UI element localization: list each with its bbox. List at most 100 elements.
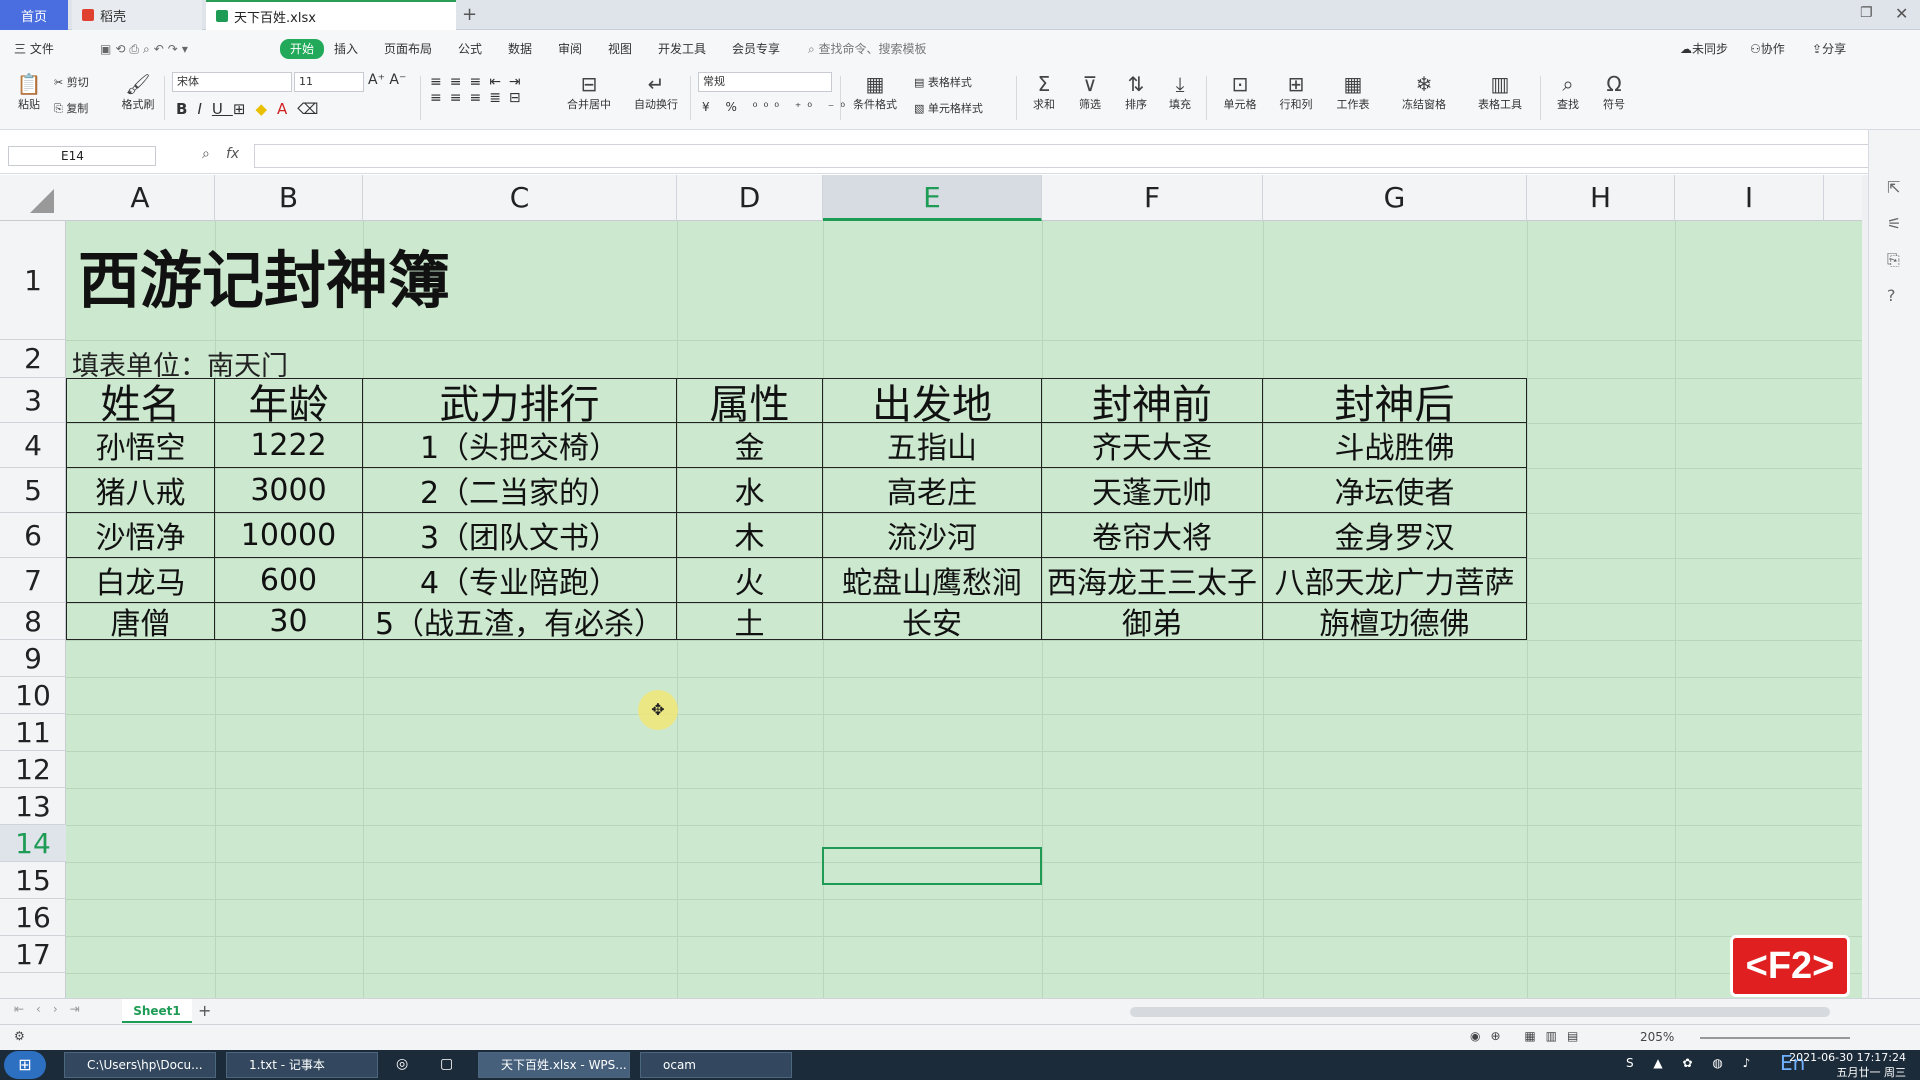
number-format-select[interactable]: 常规 <box>698 72 832 92</box>
table-header-cell[interactable]: 出发地 <box>823 378 1042 423</box>
table-cell[interactable]: 600 <box>215 558 363 603</box>
row-header-2[interactable]: 2 <box>0 340 66 378</box>
border-icon[interactable]: ⊞ <box>233 100 256 118</box>
row-header-10[interactable]: 10 <box>0 677 66 714</box>
table-cell[interactable]: 卷帘大将 <box>1042 513 1263 558</box>
table-cell[interactable]: 火 <box>677 558 823 603</box>
row-header-3[interactable]: 3 <box>0 378 66 423</box>
column-header-i[interactable]: I <box>1675 175 1824 221</box>
menu-vip[interactable]: 会员专享 <box>732 40 780 58</box>
taskbar-explorer[interactable]: C:\Users\hp\Docu... <box>64 1052 216 1078</box>
column-header-f[interactable]: F <box>1042 175 1263 221</box>
menu-formula[interactable]: 公式 <box>458 40 482 58</box>
table-header-cell[interactable]: 姓名 <box>66 378 215 423</box>
table-cell[interactable]: 30 <box>215 603 363 640</box>
column-header-a[interactable]: A <box>66 175 215 221</box>
table-cell[interactable]: 木 <box>677 513 823 558</box>
font-size-select[interactable]: 11 <box>294 72 364 92</box>
table-header-cell[interactable]: 武力排行 <box>363 378 677 423</box>
zoom-slider[interactable] <box>1700 1037 1850 1039</box>
table-cell[interactable]: 水 <box>677 468 823 513</box>
chrome-icon[interactable]: ◎ <box>396 1056 408 1072</box>
menu-insert[interactable]: 插入 <box>334 40 358 58</box>
add-sheet-button[interactable]: + <box>198 1001 211 1020</box>
symbol-button[interactable]: Ω 符号 <box>1596 72 1632 112</box>
table-cell[interactable]: 金身罗汉 <box>1263 513 1527 558</box>
taskbar-ocam[interactable]: ocam <box>640 1052 792 1078</box>
table-cell[interactable]: 10000 <box>215 513 363 558</box>
fill-color-icon[interactable]: ◆ <box>255 100 277 118</box>
table-header-cell[interactable]: 封神后 <box>1263 378 1527 423</box>
table-cell[interactable]: 西海龙王三太子 <box>1042 558 1263 603</box>
name-box[interactable]: E14 <box>8 146 156 166</box>
view-mode-buttons[interactable]: ◉⊕ ▦▥▤ <box>1470 1029 1588 1043</box>
table-cell[interactable]: 沙悟净 <box>66 513 215 558</box>
row-header-5[interactable]: 5 <box>0 468 66 513</box>
table-cell[interactable]: 5（战五渣，有必杀） <box>363 603 677 640</box>
table-cell[interactable]: 2（二当家的） <box>363 468 677 513</box>
column-header-h[interactable]: H <box>1527 175 1675 221</box>
tab-file[interactable]: 天下百姓.xlsx <box>206 0 456 30</box>
number-format-buttons[interactable]: ¥ % ⁰⁰⁰ ⁺⁰ ⁻⁰ <box>702 100 851 114</box>
quick-access-icons[interactable]: ▣⟲⎙⌕↶↷▾ <box>100 40 192 58</box>
row-header-8[interactable]: 8 <box>0 603 66 640</box>
table-cell[interactable]: 御弟 <box>1042 603 1263 640</box>
column-header-g[interactable]: G <box>1263 175 1527 221</box>
table-cell[interactable]: 白龙马 <box>66 558 215 603</box>
menu-start[interactable]: 开始 <box>280 39 325 59</box>
cell-style-button[interactable]: ▧ 单元格样式 <box>914 100 983 116</box>
taskbar-notepad[interactable]: 1.txt - 记事本 <box>226 1052 378 1078</box>
row-header-7[interactable]: 7 <box>0 558 66 603</box>
table-cell[interactable]: 天蓬元帅 <box>1042 468 1263 513</box>
row-header-6[interactable]: 6 <box>0 513 66 558</box>
table-cell[interactable]: 五指山 <box>823 423 1042 468</box>
font-color-icon[interactable]: A <box>277 100 297 118</box>
table-tools-button[interactable]: ▥ 表格工具 <box>1470 72 1530 112</box>
row-header-15[interactable]: 15 <box>0 862 66 899</box>
menu-view[interactable]: 视图 <box>608 40 632 58</box>
column-header-d[interactable]: D <box>677 175 823 221</box>
align-buttons[interactable]: ≡≡≡⇤⇥ ≡≡≡≣⊟ <box>430 74 529 106</box>
tab-daoke[interactable]: 稻壳 <box>72 0 202 30</box>
table-cell[interactable]: 八部天龙广力菩萨 <box>1263 558 1527 603</box>
zoom-level[interactable]: 205% <box>1640 1030 1674 1044</box>
wrap-text-button[interactable]: ↵ 自动换行 <box>630 72 682 112</box>
horizontal-scrollbar[interactable] <box>1130 1007 1830 1017</box>
underline-icon[interactable]: U <box>212 100 233 118</box>
fill-button[interactable]: ⤓ 填充 <box>1162 72 1198 112</box>
select-all-icon[interactable] <box>30 189 54 213</box>
sheet-nav-arrows[interactable]: ⇤‹›⇥ <box>14 1002 92 1016</box>
filter-button[interactable]: ⊽ 筛选 <box>1072 72 1108 112</box>
cut-button[interactable]: ✂ 剪切 <box>54 74 106 90</box>
formula-input[interactable] <box>254 144 1874 168</box>
cond-format-button[interactable]: ▦ 条件格式 <box>848 72 902 112</box>
sort-button[interactable]: ⇅ 排序 <box>1118 72 1154 112</box>
merge-center-button[interactable]: ⊟ 合并居中 <box>560 72 618 112</box>
row-header-12[interactable]: 12 <box>0 751 66 788</box>
column-header-b[interactable]: B <box>215 175 363 221</box>
table-cell[interactable]: 长安 <box>823 603 1042 640</box>
freeze-button[interactable]: ❄ 冻结窗格 <box>1394 72 1454 112</box>
table-cell[interactable]: 净坛使者 <box>1263 468 1527 513</box>
selected-cell[interactable] <box>822 847 1042 885</box>
table-cell[interactable]: 3000 <box>215 468 363 513</box>
sync-status[interactable]: ☁未同步 <box>1680 40 1728 58</box>
row-header-9[interactable]: 9 <box>0 640 66 677</box>
table-cell[interactable]: 4（专业陪跑） <box>363 558 677 603</box>
tab-home[interactable]: 首页 <box>0 0 68 30</box>
table-cell[interactable]: 斗战胜佛 <box>1263 423 1527 468</box>
menu-file[interactable]: 三 文件 <box>14 40 54 58</box>
column-header-e[interactable]: E <box>823 175 1042 221</box>
eraser-icon[interactable]: ⌫ <box>297 100 328 118</box>
clock[interactable]: 2021-06-30 17:17:24 五月廿一 周三 <box>1786 1051 1906 1080</box>
italic-icon[interactable]: I <box>197 100 211 118</box>
new-tab-button[interactable]: + <box>462 4 477 25</box>
window-restore-icon[interactable]: ❐ <box>1860 5 1873 21</box>
table-cell[interactable]: 齐天大圣 <box>1042 423 1263 468</box>
table-cell[interactable]: 孙悟空 <box>66 423 215 468</box>
taskbar-wps[interactable]: 天下百姓.xlsx - WPS... <box>478 1052 630 1078</box>
command-search[interactable]: ⌕ 查找命令、搜索模板 <box>808 40 927 58</box>
row-header-4[interactable]: 4 <box>0 423 66 468</box>
find-button[interactable]: ⌕ 查找 <box>1550 72 1586 112</box>
menu-page-layout[interactable]: 页面布局 <box>384 40 432 58</box>
